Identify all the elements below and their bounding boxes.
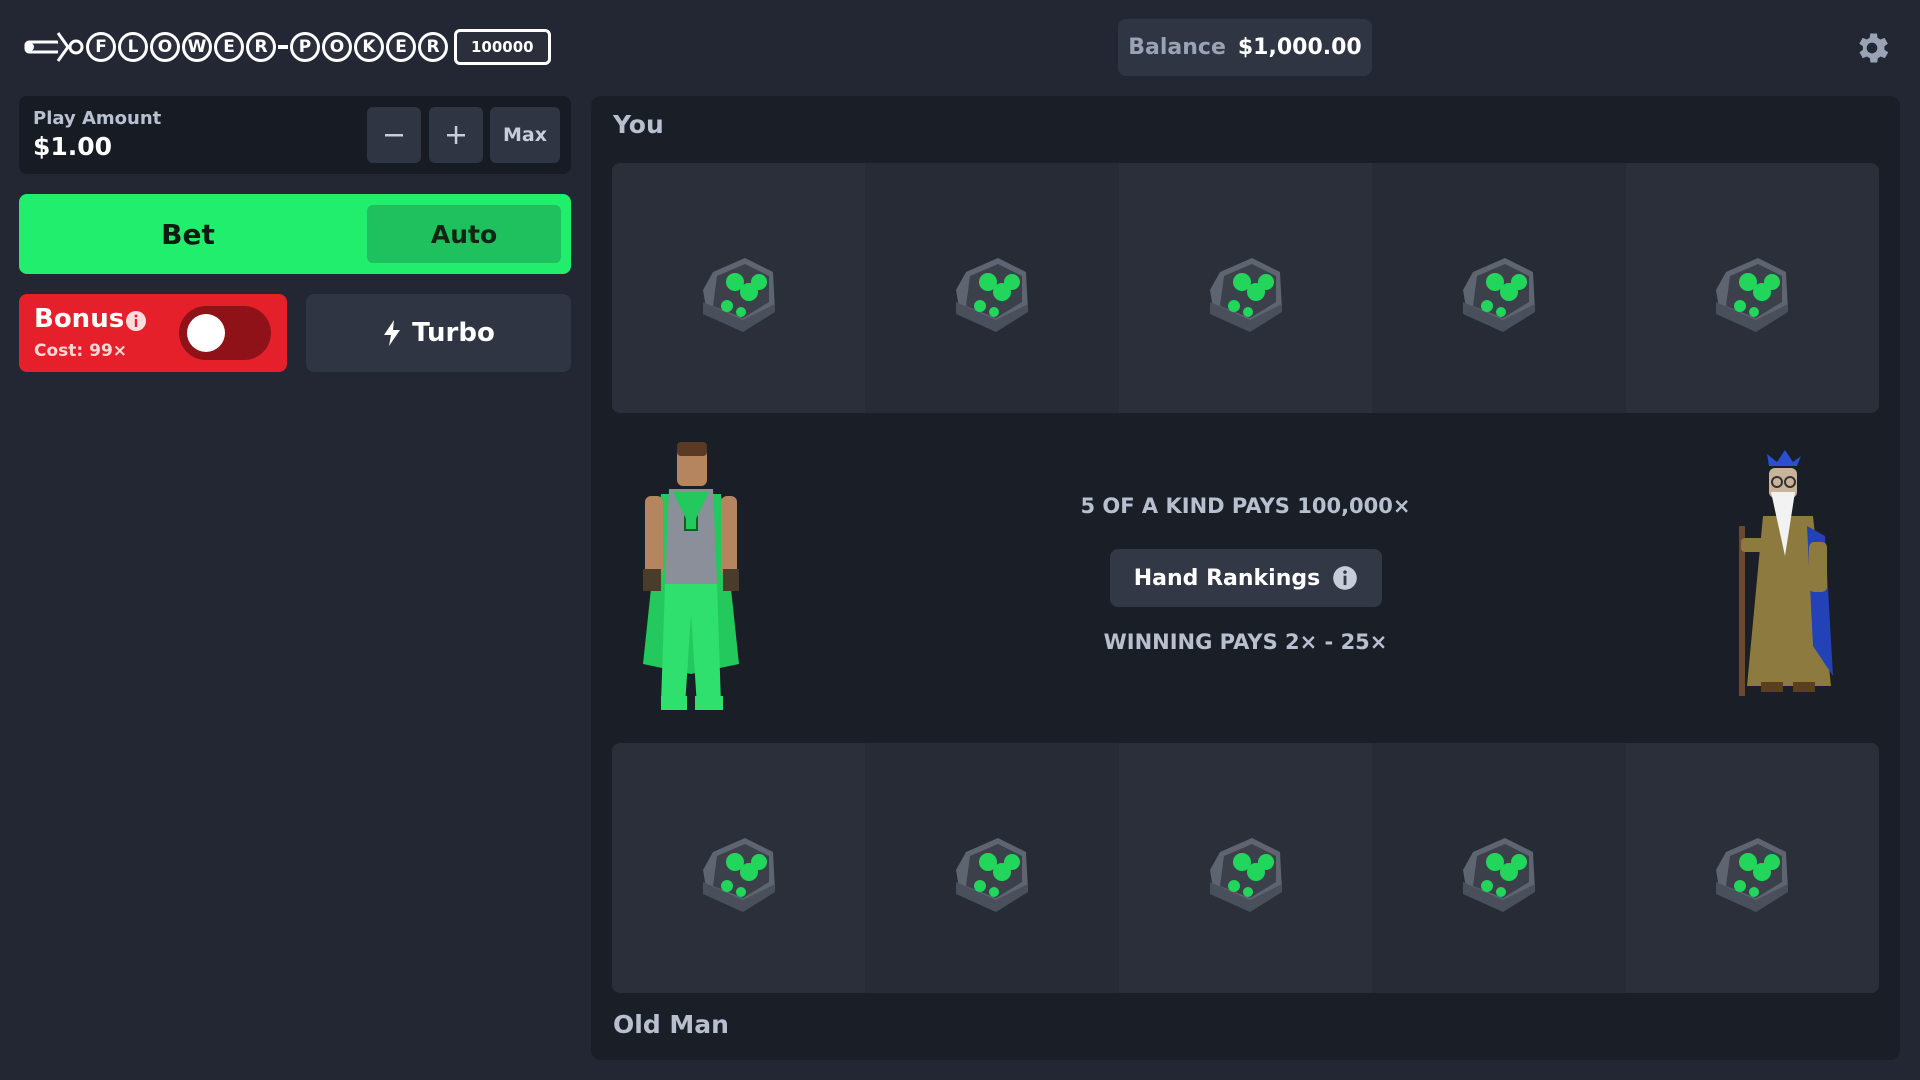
seed-pouch-icon <box>1716 838 1789 912</box>
gear-icon[interactable] <box>1852 28 1892 68</box>
bonus-label: Bonus <box>34 304 125 334</box>
five-of-a-kind-text: 5 OF A KIND PAYS 100,000× <box>1080 494 1411 518</box>
logo-letter: R <box>246 32 276 62</box>
bet-button[interactable]: Bet <box>19 194 357 274</box>
logo-letter: E <box>214 32 244 62</box>
seed-pouch-icon <box>1462 838 1535 912</box>
hand-rankings-button[interactable]: Hand Rankings <box>1110 549 1382 607</box>
flower-slot <box>1625 163 1879 413</box>
seed-pouch-icon <box>1716 258 1789 332</box>
flower-slot <box>1118 743 1373 993</box>
turbo-label: Turbo <box>412 318 495 348</box>
flower-slot <box>865 743 1119 993</box>
player-you-label: You <box>613 110 664 139</box>
flower-slot <box>1372 743 1626 993</box>
seed-pouch-icon <box>702 838 775 912</box>
play-amount-value[interactable]: $1.00 <box>33 132 112 161</box>
logo-letter: K <box>354 32 384 62</box>
logo-letter: E <box>386 32 416 62</box>
logo-letter: O <box>322 32 352 62</box>
info-icon[interactable] <box>125 310 147 332</box>
play-amount-panel: Play Amount $1.00 Max <box>19 96 571 174</box>
balance-display: Balance $1,000.00 <box>1118 19 1372 76</box>
player-avatar <box>643 442 739 710</box>
minus-icon <box>385 134 403 137</box>
logo-letter: P <box>290 32 320 62</box>
logo-letter: L <box>118 32 148 62</box>
decrease-amount-button[interactable] <box>367 107 421 163</box>
seed-pouch-icon <box>702 258 775 332</box>
flower-slot <box>612 743 866 993</box>
auto-button[interactable]: Auto <box>367 205 561 263</box>
turbo-button[interactable]: Turbo <box>306 294 571 372</box>
max-amount-button[interactable]: Max <box>490 107 560 163</box>
hand-rankings-label: Hand Rankings <box>1133 565 1321 591</box>
lightning-icon <box>384 320 401 346</box>
you-flower-row <box>612 163 1879 413</box>
winning-pays-text: WINNING PAYS 2× - 25× <box>1103 630 1388 654</box>
flower-slot <box>1625 743 1879 993</box>
flower-slot <box>1372 163 1626 413</box>
old-man-avatar <box>1739 450 1833 696</box>
seed-pouch-icon <box>956 838 1029 912</box>
info-icon <box>1333 566 1358 590</box>
seed-pouch-icon <box>1209 258 1282 332</box>
bonus-cost: Cost: 99× <box>34 341 128 361</box>
seed-pouch-icon <box>1209 838 1282 912</box>
flower-slot <box>1118 163 1373 413</box>
logo-letter: W <box>182 32 212 62</box>
sword-icon <box>24 32 84 62</box>
toggle-knob <box>187 314 225 352</box>
balance-label: Balance <box>1128 35 1226 60</box>
flower-slot <box>865 163 1119 413</box>
balance-value: $1,000.00 <box>1237 35 1362 60</box>
increase-amount-button[interactable] <box>429 107 483 163</box>
seed-pouch-icon <box>1462 258 1535 332</box>
flower-poker-logo: F L O W E R P O K E R 100000 <box>22 18 551 76</box>
flower-slot <box>612 163 866 413</box>
plus-icon <box>447 126 465 144</box>
bonus-panel: Bonus Cost: 99× <box>19 294 287 372</box>
game-board: You 5 OF A KIND PAYS 100,000× Hand Ranki… <box>591 96 1900 1060</box>
old-man-flower-row <box>612 743 1879 993</box>
logo-letter: O <box>150 32 180 62</box>
logo-dash <box>278 45 288 49</box>
seed-pouch-icon <box>956 258 1029 332</box>
logo-letters: F L O W E R P O K E R <box>86 32 448 62</box>
bet-controls: Bet Auto <box>19 194 571 274</box>
logo-badge: 100000 <box>454 29 551 65</box>
bonus-toggle[interactable] <box>179 306 271 360</box>
logo-letter: R <box>418 32 448 62</box>
play-amount-label: Play Amount <box>33 108 162 129</box>
player-old-man-label: Old Man <box>613 1010 729 1039</box>
